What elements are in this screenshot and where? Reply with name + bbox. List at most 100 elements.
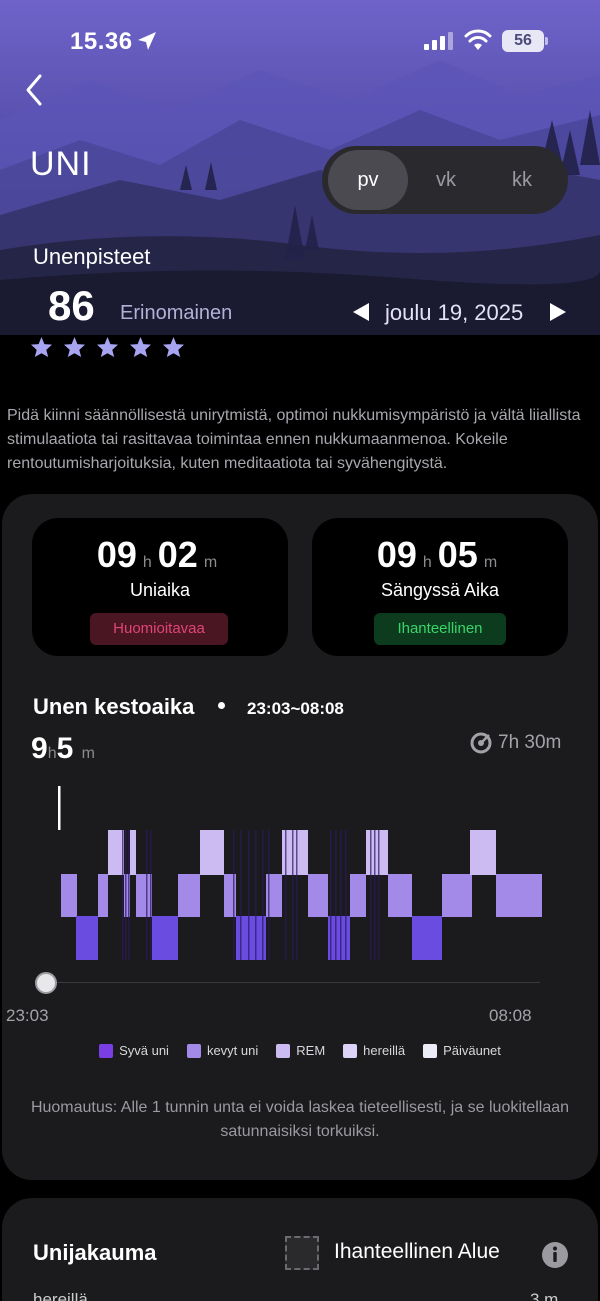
sleep-score-value: 86 — [48, 282, 95, 329]
battery-tip — [545, 37, 548, 45]
status-bar: 15.36 56 — [0, 0, 600, 80]
battery-indicator: 56 — [502, 30, 544, 52]
hypnogram-transition-line — [374, 830, 376, 960]
hypnogram-transition-line — [370, 830, 372, 960]
previous-date-icon[interactable] — [351, 302, 371, 322]
hypnogram-segment-deep — [76, 916, 98, 960]
sleep-time-box[interactable]: 09 h 02 m Uniaika Huomioitavaa — [32, 518, 288, 656]
legend-swatch-awake — [343, 1043, 358, 1058]
hypnogram-segment-rem — [130, 830, 136, 875]
hypnogram-transition-line — [122, 830, 124, 960]
location-arrow-icon — [138, 32, 156, 50]
hypnogram-segment-light — [136, 874, 152, 917]
hypnogram-transition-line — [340, 830, 342, 960]
back-chevron-icon[interactable] — [20, 72, 52, 108]
cellular-signal-icon — [424, 32, 453, 50]
sleep-duration-total: 9h5 m — [31, 732, 95, 765]
hypnogram-transition-line — [285, 830, 287, 960]
goal-target-icon — [470, 732, 492, 754]
sleep-tip-text: Pidä kiinni säännöllisestä unirytmistä, … — [7, 407, 581, 472]
hypnogram-transition-line — [345, 830, 347, 960]
timeline-start-time: 23:03 — [6, 1006, 49, 1025]
star-icon — [162, 336, 185, 358]
legend-item-rem: REM — [276, 1043, 325, 1058]
hypnogram-transition-line — [292, 830, 294, 960]
hypnogram-segment-deep — [152, 916, 178, 960]
hypnogram-transition-line — [125, 830, 127, 960]
legend-swatch-light — [186, 1043, 201, 1058]
hypnogram-segment-light — [496, 874, 542, 917]
timeline-scrubber-handle[interactable] — [35, 972, 57, 994]
hypnogram-transition-line — [268, 830, 270, 960]
hypnogram-transition-line — [128, 830, 130, 960]
hypnogram-segment-rem — [108, 830, 124, 875]
hypnogram-segment-rem — [366, 830, 388, 875]
segment-month[interactable]: kk — [482, 150, 562, 210]
sleep-time-label: Uniaika — [129, 580, 191, 600]
hypnogram-transition-line — [378, 830, 380, 960]
sleep-score-rating: Erinomainen — [120, 302, 233, 324]
hypnogram-transition-line — [150, 830, 152, 960]
legend-swatch-rem — [276, 1043, 291, 1058]
hypnogram-segment-light — [178, 874, 200, 917]
hypnogram-segment-light — [308, 874, 328, 917]
time-in-bed-box[interactable]: 09 h 05 m Sängyssä Aika Ihanteellinen — [312, 518, 568, 656]
hypnogram-transition-line — [296, 830, 298, 960]
hypnogram-segment-light — [98, 874, 108, 917]
time-in-bed-value: 09 h 05 m — [376, 534, 498, 575]
info-icon[interactable] — [541, 1241, 569, 1269]
star-icon — [96, 336, 119, 358]
sleep-goal-value: 7h 30m — [498, 732, 562, 753]
status-badge-ideal: Ihanteellinen — [374, 613, 506, 645]
hypnogram-transition-line — [146, 830, 148, 960]
legend-swatch-nap — [423, 1043, 438, 1058]
hypnogram-transition-line — [262, 830, 264, 960]
hypnogram-transition-line — [248, 830, 250, 960]
sleep-duration-title: Unen kestoaika — [33, 694, 195, 719]
sleep-stage-legend: Syvä uni kevyt uni REM hereillä Päiväune… — [0, 1043, 600, 1058]
page-title: UNI — [30, 145, 92, 183]
hypnogram-transition-line — [330, 830, 332, 960]
hypnogram-segment-rem — [470, 830, 496, 875]
legend-item-awake: hereillä — [343, 1043, 405, 1058]
ideal-range-swatch — [285, 1236, 319, 1270]
rating-stars — [30, 336, 185, 358]
segment-day[interactable]: pv — [328, 150, 408, 210]
legend-item-deep: Syvä uni — [99, 1043, 169, 1058]
star-icon — [129, 336, 152, 358]
note-text: Huomautus: Alle 1 tunnin unta ei voida l… — [30, 1099, 570, 1140]
sleep-score-label: Unenpisteet — [33, 244, 151, 269]
star-icon — [30, 336, 53, 358]
next-date-icon[interactable] — [548, 302, 568, 322]
wifi-icon — [464, 29, 492, 50]
time-in-bed-label: Sängyssä Aika — [380, 580, 500, 600]
current-time-marker — [58, 786, 61, 830]
sleep-time-value: 09 h 02 m — [96, 534, 218, 575]
status-time: 15.36 — [70, 28, 133, 55]
hypnogram-segment-light — [442, 874, 472, 917]
hypnogram-transition-line — [335, 830, 337, 960]
hypnogram-transition-line — [233, 830, 235, 960]
timeline-end-time: 08:08 — [489, 1006, 532, 1025]
hypnogram-segment-deep — [412, 916, 442, 960]
distribution-row-value: 3 m — [530, 1290, 559, 1301]
star-icon — [63, 336, 86, 358]
segment-week[interactable]: vk — [406, 150, 486, 210]
legend-swatch-deep — [99, 1043, 114, 1058]
legend-item-nap: Päiväunet — [423, 1043, 501, 1058]
sleep-stage-hypnogram — [58, 786, 542, 960]
hypnogram-segment-light — [61, 874, 77, 917]
sleep-distribution-title: Unijakauma — [33, 1240, 157, 1265]
ideal-range-label: Ihanteellinen Alue — [334, 1240, 500, 1263]
period-segmented-control: pv vk kk — [322, 146, 568, 214]
timeline-track — [46, 982, 540, 983]
hypnogram-transition-line — [240, 830, 242, 960]
sleep-time-range: 23:03~08:08 — [247, 699, 344, 718]
hypnogram-transition-line — [255, 830, 257, 960]
legend-item-light: kevyt uni — [186, 1043, 258, 1058]
hypnogram-segment-light — [350, 874, 366, 917]
current-date: joulu 19, 2025 — [385, 300, 524, 325]
distribution-row-label: hereillä — [33, 1290, 88, 1301]
hypnogram-segment-rem — [200, 830, 224, 875]
status-badge-attention: Huomioitavaa — [90, 613, 228, 645]
